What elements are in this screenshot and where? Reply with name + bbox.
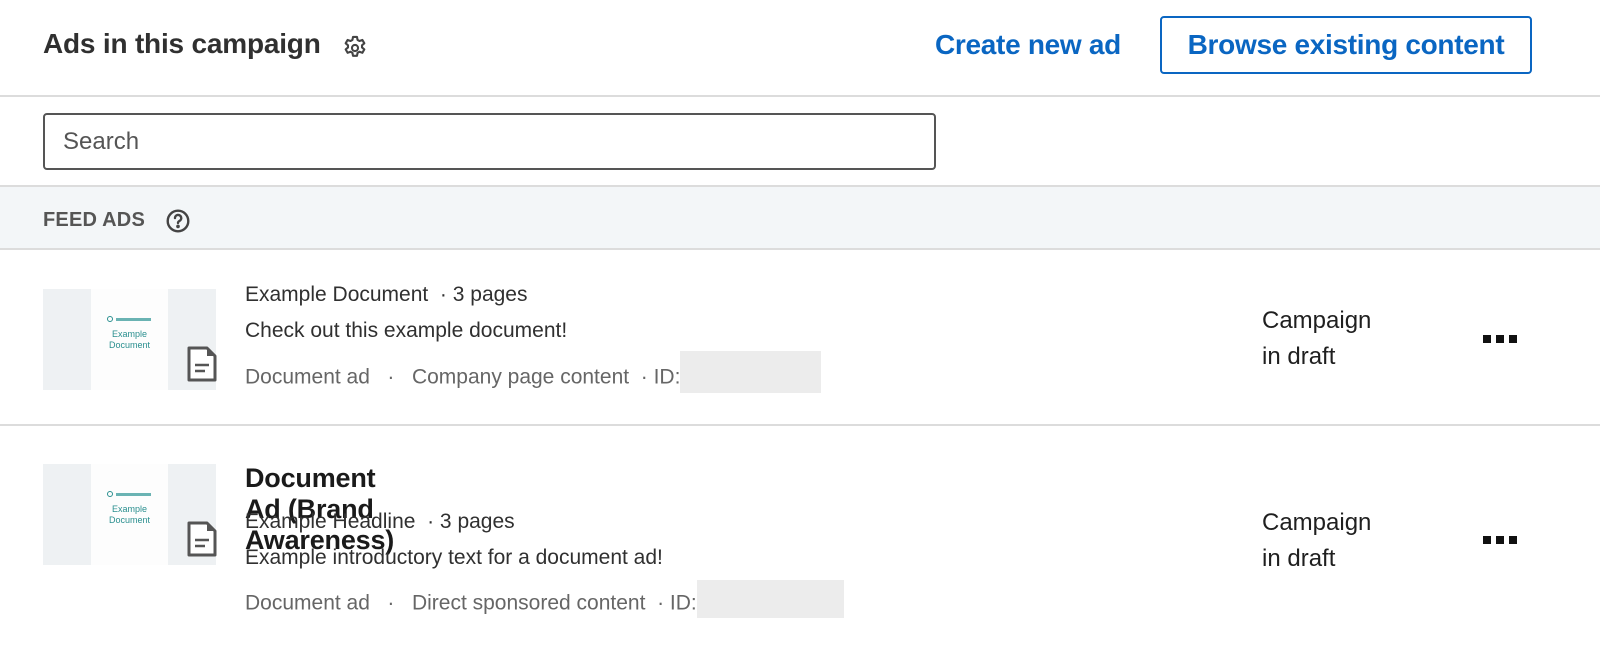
thumbnail-page-left (43, 289, 91, 390)
document-icon (187, 346, 217, 382)
status-line-1: Campaign (1262, 509, 1372, 536)
ad-page-count: · 3 pages (427, 510, 515, 533)
ad-headline-line: Example Document · 3 pages (245, 283, 527, 307)
browse-existing-content-button[interactable]: Browse existing content (1160, 16, 1532, 74)
document-icon (187, 521, 217, 557)
ad-intro-text: Example introductory text for a document… (245, 546, 663, 569)
ad-meta-line: Document ad · Company page content · ID: (245, 351, 822, 393)
search-input[interactable] (43, 113, 936, 170)
ad-row[interactable]: Example Document Example Document · 3 pa… (0, 251, 1600, 426)
ad-id-redacted (680, 351, 822, 393)
thumbnail-page-left (43, 464, 91, 565)
more-options-icon[interactable] (1476, 324, 1524, 354)
ad-type: Document ad (245, 591, 370, 615)
ad-status: Campaign in draft (1262, 505, 1402, 577)
ad-page-count: · 3 pages (439, 283, 528, 306)
page-header: Ads in this campaign Create new ad Brows… (0, 0, 1600, 97)
question-circle-icon[interactable] (165, 208, 191, 234)
thumbnail-page-center: Example Document (91, 464, 168, 565)
ad-id-label: · ID: (640, 365, 681, 389)
ad-source: Direct sponsored content (411, 591, 646, 615)
separator: · (387, 365, 395, 389)
ad-headline: Example Headline (245, 510, 416, 533)
ad-id-redacted (696, 580, 844, 618)
ad-type: Document ad (245, 365, 370, 389)
page-title: Ads in this campaign (43, 28, 321, 59)
ad-thumbnail[interactable]: Example Document (43, 289, 217, 390)
ad-headline: Example Document (245, 283, 429, 306)
more-options-icon[interactable] (1476, 525, 1524, 555)
status-line-2: in draft (1262, 545, 1336, 572)
section-label: FEED ADS (43, 209, 145, 231)
thumbnail-page-center: Example Document (91, 289, 168, 390)
thumbnail-logo (107, 491, 153, 497)
ad-meta-line: Document ad · Direct sponsored content ·… (245, 580, 844, 618)
ad-status: Campaign in draft (1262, 303, 1402, 375)
ad-id-label: · ID: (657, 591, 697, 615)
ad-row[interactable]: Example Document Document Ad (Brand Awar… (0, 427, 1600, 660)
search-bar (0, 98, 1600, 185)
status-line-1: Campaign (1262, 307, 1372, 334)
status-line-2: in draft (1262, 343, 1336, 370)
ad-intro-text: Check out this example document! (245, 319, 568, 342)
separator: · (387, 591, 395, 615)
create-new-ad-link[interactable]: Create new ad (935, 29, 1121, 61)
ad-headline-line: Example Headline · 3 pages (245, 510, 515, 534)
thumbnail-logo (107, 316, 153, 322)
thumbnail-text: Example Document (108, 504, 151, 525)
ad-source: Company page content (411, 365, 630, 389)
ad-thumbnail[interactable]: Example Document (43, 464, 217, 565)
thumbnail-text: Example Document (108, 329, 151, 350)
gear-icon[interactable] (341, 34, 369, 62)
feed-ads-section-header: FEED ADS (0, 185, 1600, 250)
